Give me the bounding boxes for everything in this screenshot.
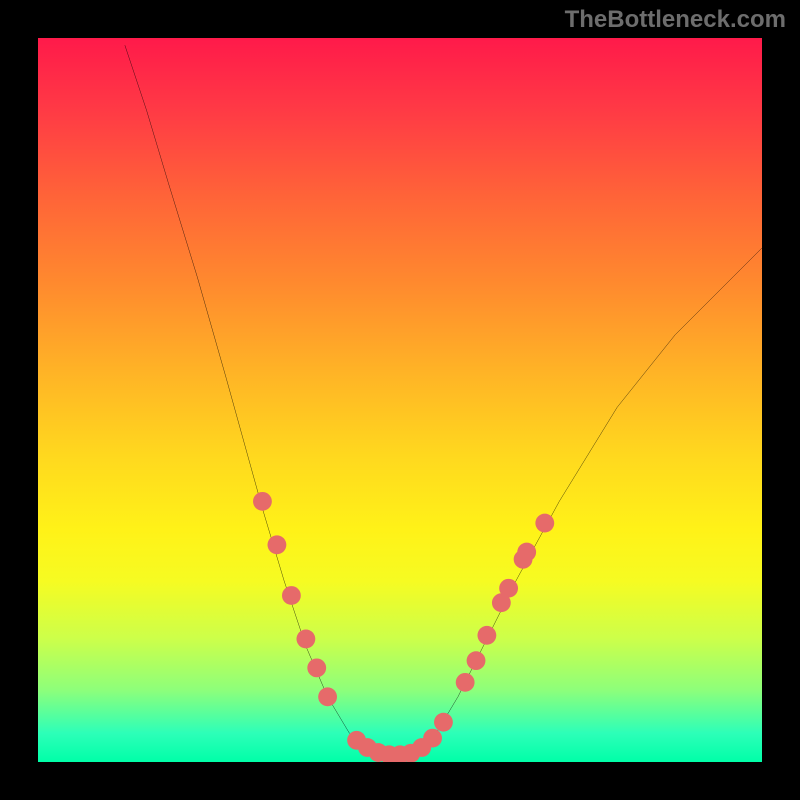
marker-point (282, 586, 301, 605)
marker-point (253, 492, 272, 511)
marker-point (499, 579, 518, 598)
marker-point (434, 713, 453, 732)
watermark-text: TheBottleneck.com (565, 6, 786, 34)
marker-point (268, 535, 287, 554)
bottleneck-curve (125, 45, 762, 755)
marker-point (423, 729, 442, 748)
marker-point (517, 543, 536, 562)
marker-point (535, 514, 554, 533)
marker-point (296, 630, 315, 649)
marker-point (477, 626, 496, 645)
highlight-markers (253, 492, 554, 762)
marker-point (456, 673, 475, 692)
marker-point (467, 651, 486, 670)
plot-area (38, 38, 762, 762)
marker-point (318, 687, 337, 706)
chart-svg (38, 38, 762, 762)
marker-point (307, 658, 326, 677)
